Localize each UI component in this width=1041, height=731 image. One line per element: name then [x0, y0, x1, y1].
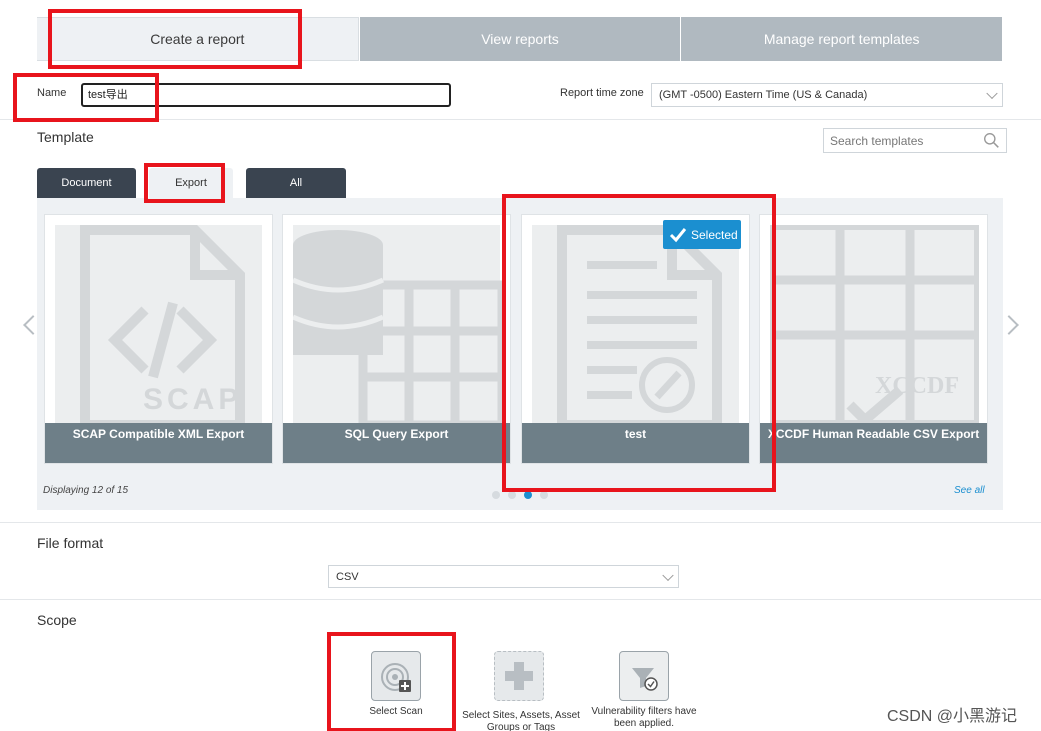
template-card-scap[interactable]: SCAP SCAP Compatible XML Export [44, 214, 273, 464]
scap-art-text: SCAP [143, 383, 243, 416]
template-card-xccdf[interactable]: XCCDF XCCDF Human Readable CSV Export [759, 214, 988, 464]
filter-check-icon [632, 668, 658, 691]
edit-document-icon [532, 225, 739, 430]
xccdf-art-text: XCCDF [875, 373, 959, 399]
watermark: CSDN @小黑游记 [887, 708, 1018, 725]
template-section-title: Template [37, 129, 94, 145]
select-sites-button[interactable] [494, 651, 544, 701]
vulnerability-filters-label: Vulnerability filters have been applied. [591, 706, 697, 729]
filter-tab-export[interactable]: Export [149, 168, 233, 198]
timezone-value: (GMT -0500) Eastern Time (US & Canada) [659, 89, 868, 101]
template-card-caption: XCCDF Human Readable CSV Export [760, 423, 987, 463]
select-scan-button[interactable] [371, 651, 421, 701]
displaying-count: Displaying 12 of 15 [43, 485, 129, 496]
divider [0, 599, 1041, 600]
template-card-caption: test [522, 423, 749, 463]
tab-create-report[interactable]: Create a report [37, 17, 359, 61]
timezone-select[interactable]: (GMT -0500) Eastern Time (US & Canada) [651, 83, 1003, 107]
see-all-link[interactable]: See all [954, 485, 985, 496]
pager-dot[interactable] [508, 491, 516, 499]
timezone-label: Report time zone [560, 87, 644, 99]
file-format-select[interactable]: CSV [328, 565, 679, 588]
template-card-caption: SCAP Compatible XML Export [45, 423, 272, 463]
tab-view-reports[interactable]: View reports [358, 17, 681, 61]
tab-manage-templates[interactable]: Manage report templates [680, 17, 1003, 61]
divider [0, 119, 1041, 120]
select-sites-label: Select Sites, Assets, Asset Groups or Ta… [462, 710, 580, 731]
vulnerability-filters-button[interactable] [619, 651, 669, 701]
template-card-caption: SQL Query Export [283, 423, 510, 463]
report-name-input[interactable]: test导出 [81, 83, 451, 107]
select-scan-label: Select Scan [369, 706, 423, 717]
name-label: Name [37, 87, 67, 99]
search-placeholder: Search templates [830, 133, 924, 148]
report-tabs: Create a report View reports Manage repo… [37, 17, 1003, 61]
pager-dot[interactable] [524, 491, 532, 499]
selected-label: Selected [691, 227, 738, 242]
chevron-down-icon [986, 87, 998, 100]
file-format-title: File format [37, 535, 104, 551]
divider [0, 522, 1041, 523]
check-icon [669, 227, 687, 242]
search-icon[interactable] [983, 132, 1000, 149]
filter-tab-all[interactable]: All [246, 168, 346, 198]
pager-dot[interactable] [492, 491, 500, 499]
plus-icon [505, 662, 533, 690]
pager-dot[interactable] [540, 491, 548, 499]
chevron-down-icon [662, 569, 674, 581]
file-format-value: CSV [336, 570, 359, 583]
selected-badge: Selected [663, 220, 741, 249]
template-card-test[interactable]: test [521, 214, 750, 464]
template-card-sql[interactable]: SQL Query Export [282, 214, 511, 464]
scope-title: Scope [37, 612, 77, 628]
database-table-icon [291, 225, 507, 430]
radar-scan-icon [381, 663, 411, 692]
template-search-input[interactable]: Search templates [823, 128, 1007, 153]
filter-tab-document[interactable]: Document [37, 168, 136, 198]
